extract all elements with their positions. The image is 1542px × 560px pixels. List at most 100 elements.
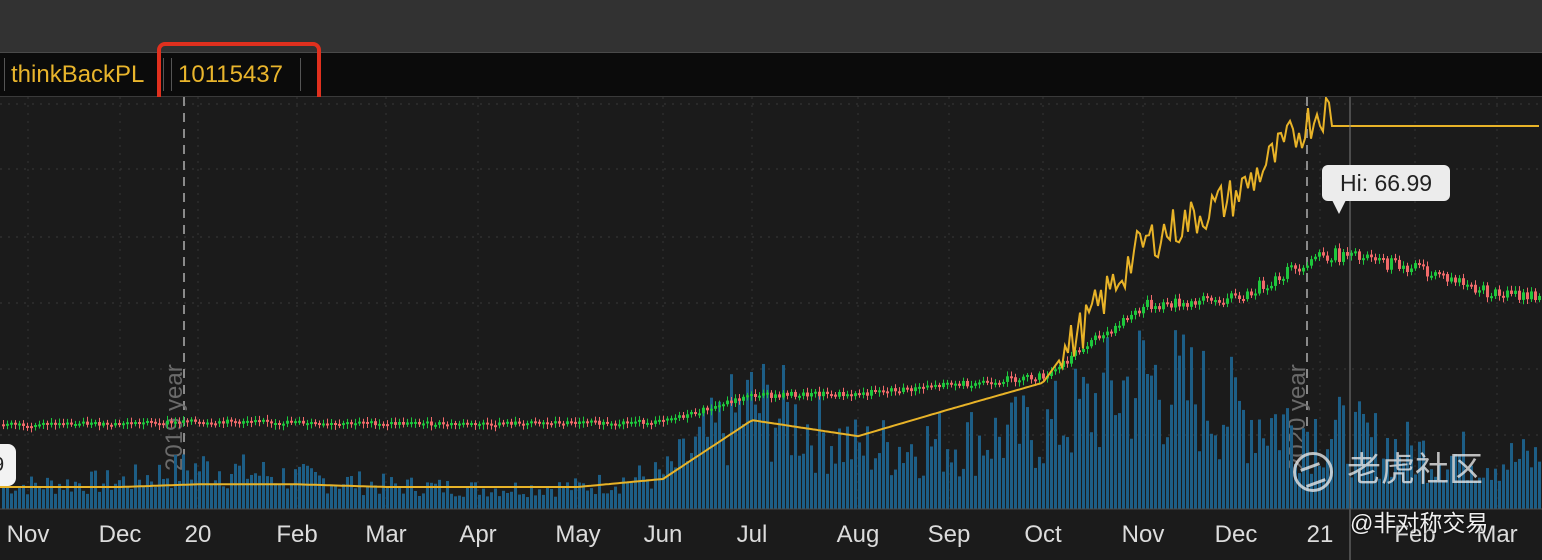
candle-body xyxy=(830,394,833,397)
candle-body xyxy=(918,386,921,389)
volume-bar xyxy=(1278,450,1281,509)
candle-body xyxy=(602,421,605,425)
candle-body xyxy=(994,382,997,385)
candle-body xyxy=(1002,381,1005,384)
volume-bar xyxy=(494,488,497,509)
candle-body xyxy=(434,424,437,427)
volume-bar xyxy=(538,489,541,509)
candle-body xyxy=(790,391,793,396)
candle-body xyxy=(1386,258,1389,270)
candle-body xyxy=(54,422,57,425)
volume-bar xyxy=(790,455,793,509)
candle-body xyxy=(770,392,773,398)
volume-bar xyxy=(1274,414,1277,509)
x-tick-label: Dec xyxy=(1215,521,1258,548)
candle-body xyxy=(966,380,969,387)
candle-body xyxy=(818,391,821,397)
candle-body xyxy=(134,422,137,425)
candle-body xyxy=(58,423,61,426)
candle-body xyxy=(838,392,841,397)
volume-bar xyxy=(1002,457,1005,509)
candle-body xyxy=(418,421,421,425)
volume-bar xyxy=(202,456,205,509)
volume-bar xyxy=(962,468,965,509)
candle-body xyxy=(1450,277,1453,282)
candle-body xyxy=(1266,288,1269,291)
candle-body xyxy=(858,393,861,396)
volume-bar xyxy=(998,436,1001,509)
volume-bar xyxy=(1066,437,1069,509)
candle-body xyxy=(10,422,13,425)
candle-body xyxy=(1234,293,1237,296)
volume-bar xyxy=(522,494,525,509)
candle-body xyxy=(1526,292,1529,300)
volume-bar xyxy=(354,488,357,509)
candle-body xyxy=(1446,274,1449,282)
volume-bar xyxy=(702,413,705,509)
volume-bar xyxy=(1130,438,1133,509)
volume-bar xyxy=(826,473,829,509)
candle-body xyxy=(1522,292,1525,300)
candle-body xyxy=(714,406,717,409)
volume-bar xyxy=(834,463,837,509)
candle-body xyxy=(1254,293,1257,296)
volume-bar xyxy=(542,494,545,509)
candle-body xyxy=(1314,256,1317,260)
candle-body xyxy=(106,422,109,425)
volume-bar xyxy=(1486,468,1489,509)
candle-body xyxy=(982,380,985,383)
candle-body xyxy=(522,423,525,426)
candle-body xyxy=(1166,302,1169,305)
volume-bar xyxy=(130,488,133,509)
candle-body xyxy=(734,398,737,404)
tiger-logo-icon xyxy=(1293,452,1333,493)
candle-body xyxy=(1190,301,1193,307)
volume-bar xyxy=(570,490,573,509)
candle-body xyxy=(1302,267,1305,272)
candle-body xyxy=(1054,369,1057,372)
candle-body xyxy=(70,422,73,425)
candle-body xyxy=(622,421,625,425)
volume-bar xyxy=(598,474,601,509)
volume-bar xyxy=(1210,433,1213,509)
candle-body xyxy=(154,421,157,424)
volume-bar xyxy=(1014,396,1017,509)
candle-body xyxy=(214,423,217,426)
hi-tooltip: Hi: 66.99 xyxy=(1322,165,1450,201)
candle-body xyxy=(1246,291,1249,300)
candle-body xyxy=(1354,251,1357,254)
volume-bar xyxy=(166,478,169,509)
volume-bar xyxy=(94,470,97,509)
volume-bar xyxy=(1246,463,1249,509)
candle-body xyxy=(1342,252,1345,262)
candle-body xyxy=(862,392,865,395)
study-name-label[interactable]: thinkBackPL xyxy=(4,58,164,91)
volume-bar xyxy=(846,426,849,509)
volume-bar xyxy=(686,460,689,509)
volume-bar xyxy=(110,489,113,509)
candle-body xyxy=(1346,252,1349,256)
candle-body xyxy=(550,423,553,426)
volume-bar xyxy=(414,490,417,509)
candle-body xyxy=(202,422,205,425)
candle-body xyxy=(14,422,17,425)
volume-bar xyxy=(482,488,485,509)
candle-body xyxy=(22,423,25,426)
volume-bar xyxy=(38,486,41,509)
candle-body xyxy=(394,422,397,425)
volume-bar xyxy=(1050,419,1053,509)
candle-body xyxy=(614,423,617,426)
candle-body xyxy=(826,391,829,395)
volume-bar xyxy=(1042,463,1045,509)
candle-body xyxy=(726,400,729,405)
candle-body xyxy=(34,424,37,427)
candle-body xyxy=(558,421,561,424)
candle-body xyxy=(366,421,369,424)
volume-bar xyxy=(814,472,817,509)
volume-bar xyxy=(62,489,65,509)
candle-body xyxy=(878,390,881,393)
candle-body xyxy=(542,422,545,425)
candle-body xyxy=(866,392,869,396)
volume-bar xyxy=(630,482,633,509)
candle-body xyxy=(414,421,417,424)
